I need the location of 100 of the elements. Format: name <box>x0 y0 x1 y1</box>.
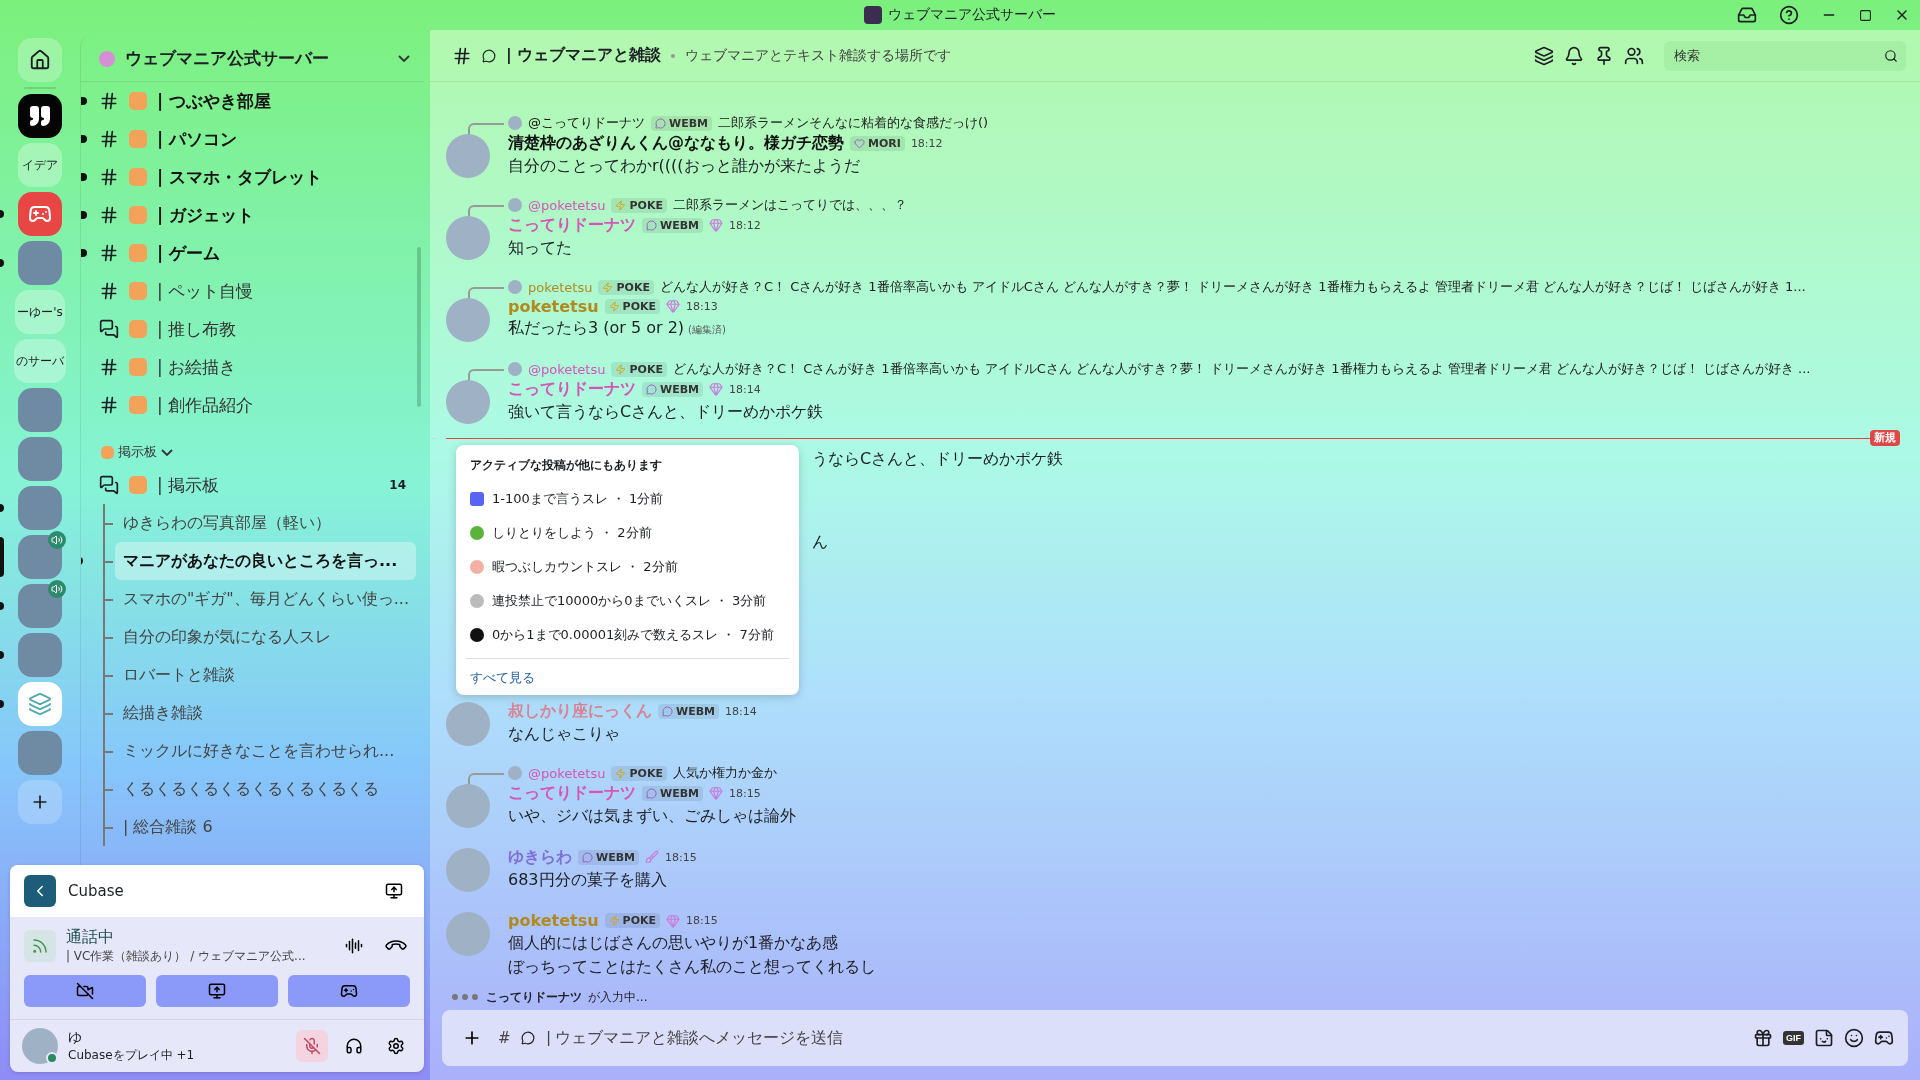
hash-icon <box>452 45 472 66</box>
message-text: 683円分の菓子を購入 <box>508 868 668 891</box>
inbox-icon[interactable] <box>1737 5 1757 25</box>
channel-item[interactable]: | 推し布教 <box>89 310 416 348</box>
avatar <box>508 116 522 130</box>
threads-icon[interactable] <box>1534 45 1554 66</box>
post-link[interactable]: 暇つぶしカウントスレ ・ 2分前 <box>466 550 789 584</box>
channel-item[interactable]: | パソコン <box>89 120 416 158</box>
channel-item[interactable]: | 創作品紹介 <box>89 386 416 424</box>
timestamp: 18:15 <box>729 786 761 800</box>
post-link[interactable]: しりとりをしよう ・ 2分前 <box>466 516 789 550</box>
bell-icon[interactable] <box>1564 45 1584 66</box>
quote-icon <box>28 104 52 128</box>
reply-text[interactable]: 人気か権力か金か <box>672 764 777 782</box>
pin-icon[interactable] <box>1594 45 1614 66</box>
role-tag: WEBM <box>651 115 712 131</box>
reply-text[interactable]: 二郎系ラーメンはこってりでは、、、？ <box>672 196 907 214</box>
message-text: 知ってた <box>508 236 573 259</box>
thread-item[interactable]: ミックルに好きなことを言わせられ... <box>115 732 416 770</box>
hash-icon <box>99 91 119 111</box>
thread-item[interactable]: ロバートと雑談 <box>115 656 416 694</box>
reply-text[interactable]: 二郎系ラーメンそんなに粘着的な食感だっけ() <box>718 114 989 132</box>
timestamp: 18:12 <box>910 136 943 150</box>
message-text: 個人的にはじばさんの思いやりが1番かなあ感 <box>508 931 840 954</box>
hash-icon <box>99 167 119 187</box>
channel-title: | ウェブマニアと雑談 <box>506 45 662 66</box>
server-icon <box>864 6 882 24</box>
microphone-button[interactable] <box>296 1030 328 1062</box>
role-tag: POKE <box>611 361 667 377</box>
scrollbar[interactable] <box>417 247 421 407</box>
post-link[interactable]: 1-100まで言うスレ ・ 1分前 <box>466 482 789 516</box>
camera-button[interactable] <box>24 975 146 1007</box>
add-server-button[interactable] <box>18 780 62 824</box>
thread-item[interactable]: ゆきらわの写真部屋（軽い） <box>115 504 416 542</box>
user-name: ゆ <box>68 1028 83 1047</box>
search-input[interactable]: 検索 <box>1672 47 1884 64</box>
message-text: なんじゃこりゃ <box>508 722 621 745</box>
channel-item[interactable]: | 掲示板 14 <box>89 466 416 504</box>
server-icon[interactable] <box>18 94 62 138</box>
channel-item[interactable]: | ガジェット <box>89 196 416 234</box>
search-field[interactable]: 検索 <box>1664 40 1906 71</box>
activity-button[interactable] <box>288 975 410 1007</box>
server-icon[interactable]: イデア <box>18 143 62 187</box>
hash-icon <box>99 129 119 149</box>
reply-text[interactable]: どんな人が好き？C！ Cさんが好き 1番倍率高いかも アイドルCさん どんな人がすき？夢！ ドリーメさんが好き 1番権力もらえるよ 管理者ドリーメ君 どんな人が好き？じば！ じばさんが好き ... <box>672 360 1811 378</box>
reply-author[interactable]: @こってりドーナツ <box>528 114 645 132</box>
monitor-icon <box>208 982 226 1000</box>
thread-item[interactable]: くるくるくるくるくるくるくるくる <box>115 770 416 808</box>
message-input[interactable]: | ウェブマニアと雑談へメッセージを送信 <box>544 1028 1743 1048</box>
maximize-icon[interactable] <box>1859 8 1872 22</box>
role-tag: POKE <box>611 765 667 781</box>
headphones-icon <box>345 1037 363 1055</box>
sticker-icon[interactable] <box>1814 1028 1834 1048</box>
hash-icon <box>99 357 119 377</box>
post-link[interactable]: 0から1まで0.00001刻みで数えるスレ ・ 7分前 <box>466 618 789 652</box>
message-text: 強いて言うならCさんと、ドリーめかポケ鉄 <box>508 400 825 423</box>
channel-item[interactable]: | ペット自慢 <box>89 272 416 310</box>
gif-button[interactable]: GIF <box>1783 1031 1804 1045</box>
help-icon[interactable] <box>1779 5 1799 25</box>
camera-off-icon <box>76 982 94 1000</box>
channel-item[interactable]: | お絵描き <box>89 348 416 386</box>
channel-prefix: # <box>498 1029 511 1047</box>
post-link[interactable]: 連投禁止で10000から0までいくスレ ・ 3分前 <box>466 584 789 618</box>
role-tag: WEBM <box>578 849 639 865</box>
gift-icon[interactable] <box>1753 1028 1773 1048</box>
home-icon <box>29 49 51 71</box>
server-icon[interactable]: のサーバ <box>14 339 66 383</box>
thread-item[interactable]: 自分の印象が気になる人スレ <box>115 618 416 656</box>
author-name[interactable]: 清楚枠のあざりんくん@ななもり。様ガチ恋勢 <box>508 132 844 154</box>
thread-item[interactable]: マニアがあなたの良いところを言っ... <box>115 542 416 580</box>
channel-item[interactable]: | ゲーム <box>89 234 416 272</box>
timestamp: 18:14 <box>729 382 761 396</box>
channel-item[interactable]: | つぶやき部屋 <box>89 82 416 120</box>
thread-item[interactable]: 絵描き雑談 <box>115 694 416 732</box>
see-all-link[interactable]: すべて見る <box>466 670 539 685</box>
channel-item[interactable]: | スマホ・タブレット <box>89 158 416 196</box>
home-button[interactable] <box>18 38 62 82</box>
timestamp: 18:12 <box>729 218 761 232</box>
voice-channel-link[interactable]: | VC作業（雑談あり） / ウェブマニア公式... <box>66 948 306 965</box>
avatar[interactable] <box>22 1028 58 1064</box>
category-header[interactable]: 掲示板 <box>89 438 416 466</box>
message-text: うならCさんと、ドリーめかポケ鉄 <box>812 449 1065 470</box>
app-icon <box>24 875 56 907</box>
timestamp: 18:15 <box>665 850 697 864</box>
reply-text[interactable]: どんな人が好き？C！ Cさんが好き 1番倍率高いかも アイドルCさん どんな人がすき？夢！ ドリーメさんが好き 1番権力もらえるよ 管理者ドリーメ君 どんな人が好き？じば！ じばさんが好き 1... <box>659 278 1806 296</box>
server-icon[interactable]: ーゆー's <box>15 290 65 334</box>
members-icon[interactable] <box>1624 45 1644 66</box>
thread-item[interactable]: スマホの"ギガ"、毎月どんくらい使っ... <box>115 580 416 618</box>
message-composer[interactable]: # | ウェブマニアと雑談へメッセージを送信 GIF <box>442 1010 1908 1066</box>
role-tag: POKE <box>611 197 667 213</box>
chevron-down-icon <box>398 55 410 62</box>
message-text: いや、ジバは気まずい、ごみしゃは論外 <box>508 804 797 827</box>
message-text: 私だったら3 (or 5 or 2) (編集済) <box>508 316 727 339</box>
server-header[interactable]: ウェブマニア公式サーバー <box>81 36 424 82</box>
speech-bubble-icon <box>520 1031 535 1045</box>
timestamp: 18:14 <box>725 704 757 718</box>
controller-icon[interactable] <box>1874 1028 1894 1048</box>
speech-bubble-icon <box>482 48 496 63</box>
thread-item[interactable]: | 総合雑談 6 <box>115 808 416 846</box>
sound-wave-icon <box>345 937 363 955</box>
